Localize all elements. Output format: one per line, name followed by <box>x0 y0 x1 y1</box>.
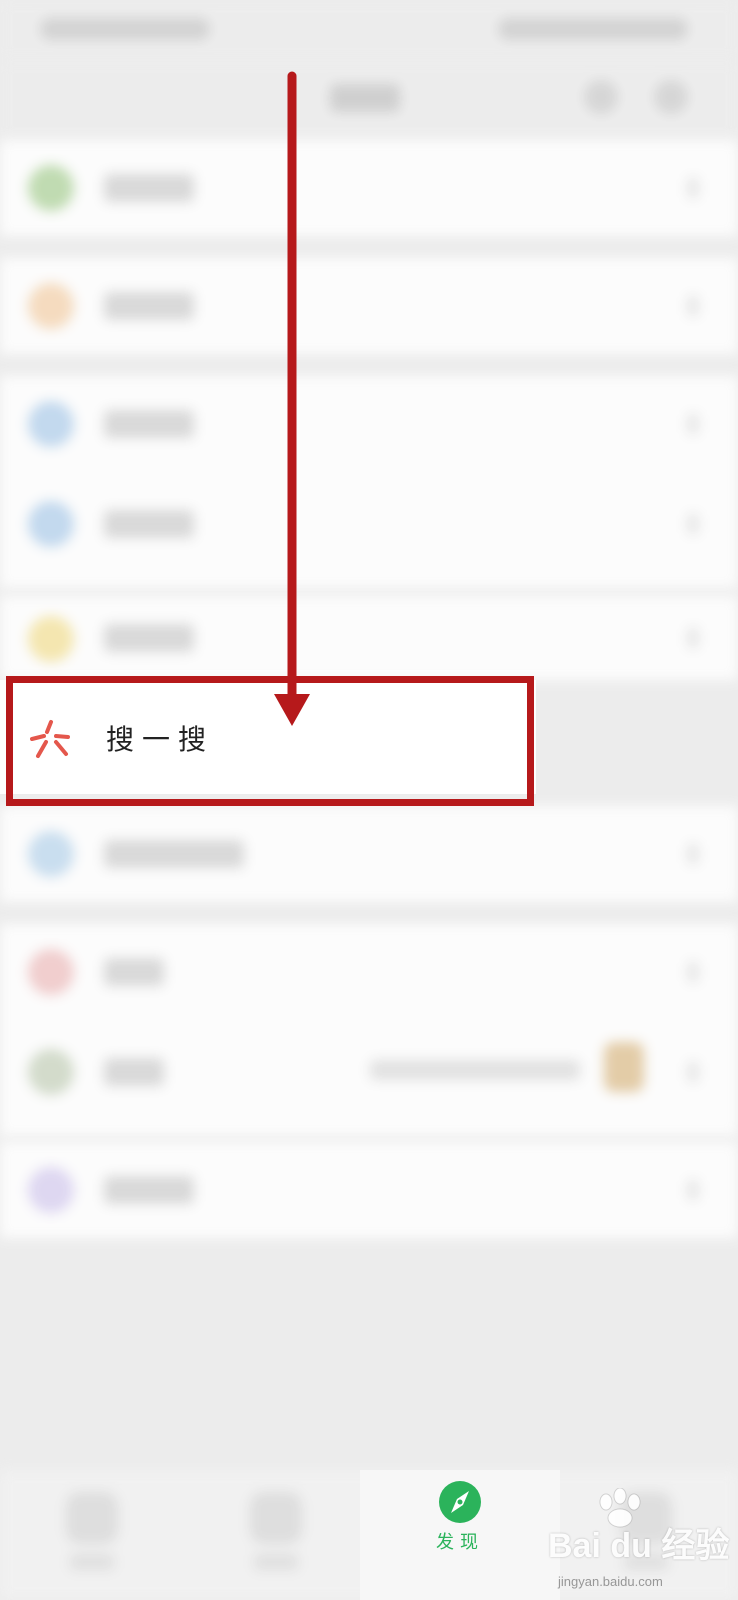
games-subtitle-placeholder <box>370 1060 580 1080</box>
chevron-right-icon <box>688 844 698 864</box>
nav-item-chats[interactable] <box>0 1470 184 1600</box>
list-item-label-placeholder <box>104 624 194 652</box>
status-bar <box>0 0 738 60</box>
shake-icon <box>28 501 74 547</box>
nav-item-contacts[interactable] <box>184 1470 368 1600</box>
watermark-url: jingyan.baidu.com <box>558 1574 663 1589</box>
search-icon[interactable] <box>584 80 618 114</box>
page-title-placeholder <box>330 84 400 112</box>
chevron-right-icon <box>688 1062 698 1082</box>
games-icon <box>28 1049 74 1095</box>
list-item-label-placeholder <box>104 1058 164 1086</box>
search-sparkle-icon <box>30 720 70 758</box>
list-item-label-placeholder <box>104 174 194 202</box>
list-item[interactable] <box>0 596 738 680</box>
mini-programs-icon <box>28 1167 74 1213</box>
chevron-right-icon <box>688 514 698 534</box>
list-item-label-placeholder <box>104 292 194 320</box>
compass-icon <box>439 1481 481 1523</box>
chevron-right-icon <box>688 962 698 982</box>
chevron-right-icon <box>688 414 698 434</box>
list-item[interactable] <box>0 140 738 236</box>
list-item-label-placeholder <box>104 1176 194 1204</box>
list-item-label-placeholder <box>104 840 244 868</box>
chats-icon <box>66 1492 118 1544</box>
top-stories-icon <box>28 616 74 662</box>
channels-icon <box>28 283 74 329</box>
list-item[interactable] <box>0 806 738 902</box>
search-list-item[interactable]: 搜一搜 <box>0 680 536 794</box>
add-icon[interactable] <box>654 80 688 114</box>
baidu-watermark: Bai du 经验 jingyan.baidu.com <box>548 1488 729 1598</box>
list-group <box>0 376 738 588</box>
nav-label-placeholder <box>70 1554 114 1570</box>
nav-label-discover: 发现 <box>436 1532 484 1553</box>
nav-label-placeholder <box>254 1554 298 1570</box>
list-item[interactable] <box>0 1142 738 1238</box>
watermark-brand: Bai du 经验 <box>548 1527 730 1565</box>
page-header <box>0 60 738 140</box>
list-item-label-placeholder <box>104 958 164 986</box>
shopping-icon <box>28 949 74 995</box>
list-item-label-placeholder <box>104 410 194 438</box>
games-thumbnail <box>604 1042 644 1092</box>
status-left-placeholder <box>40 18 210 40</box>
search-label: 搜一搜 <box>106 723 215 756</box>
list-group <box>0 924 738 1136</box>
nav-item-discover[interactable]: 发现 <box>360 1470 560 1600</box>
list-item[interactable] <box>0 258 738 354</box>
chevron-right-icon <box>688 628 698 648</box>
moments-icon <box>28 165 74 211</box>
contacts-icon <box>250 1492 302 1544</box>
nearby-icon <box>28 831 74 877</box>
chevron-right-icon <box>688 1180 698 1200</box>
scan-icon <box>28 401 74 447</box>
chevron-right-icon <box>688 296 698 316</box>
list-item-label-placeholder <box>104 510 194 538</box>
status-right-placeholder <box>498 18 688 40</box>
chevron-right-icon <box>688 178 698 198</box>
